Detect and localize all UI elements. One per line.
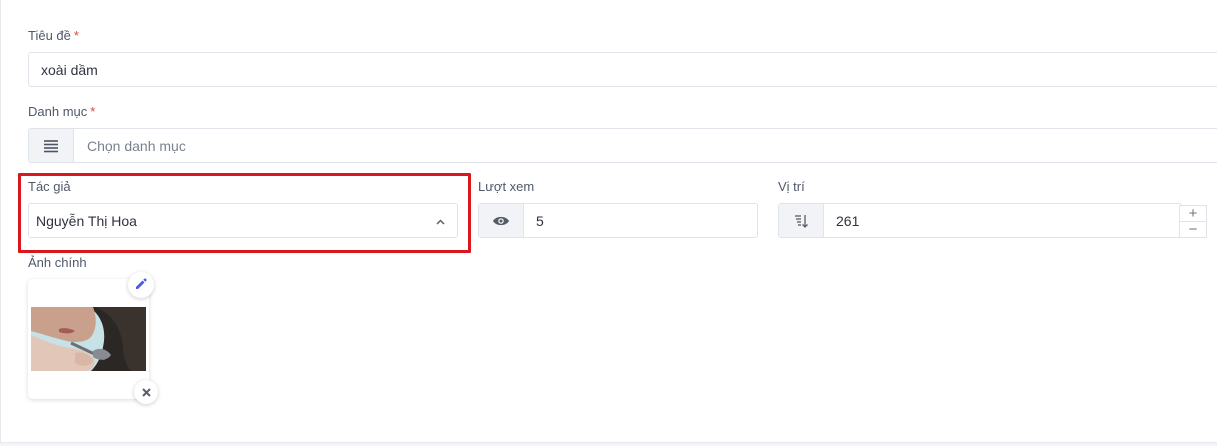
- eye-icon: [479, 204, 524, 237]
- position-input[interactable]: 261: [778, 203, 1182, 238]
- close-icon: [141, 384, 151, 400]
- main-image-thumbnail[interactable]: [31, 307, 146, 371]
- position-input-value: 261: [836, 212, 860, 229]
- edit-image-button[interactable]: [128, 272, 154, 298]
- sort-descending-icon: [779, 204, 824, 237]
- highlight-box: [18, 173, 471, 253]
- form-card: Tiêu đề * xoài dầm Danh mục * Chọn danh mụ…: [0, 0, 1217, 443]
- required-mark: *: [73, 28, 79, 43]
- views-input[interactable]: 5: [478, 203, 758, 238]
- list-icon: [29, 129, 74, 162]
- decrement-button[interactable]: −: [1180, 221, 1206, 237]
- pencil-icon: [135, 277, 147, 293]
- category-label: Danh mục *: [28, 104, 96, 119]
- position-label: Vị trí: [778, 179, 805, 194]
- views-label: Lượt xem: [478, 179, 535, 194]
- position-stepper: + −: [1179, 205, 1207, 238]
- category-select[interactable]: Chọn danh mục: [28, 128, 1217, 163]
- title-input[interactable]: xoài dầm: [28, 52, 1217, 87]
- remove-image-button[interactable]: [134, 380, 158, 404]
- required-mark: *: [90, 104, 96, 119]
- title-input-value: xoài dầm: [41, 61, 98, 78]
- category-placeholder: Chọn danh mục: [87, 137, 186, 154]
- main-image-label: Ảnh chính: [28, 255, 87, 270]
- views-input-value: 5: [536, 212, 544, 229]
- title-label: Tiêu đề *: [28, 28, 79, 43]
- increment-button[interactable]: +: [1180, 206, 1206, 221]
- main-image-card: [28, 272, 158, 404]
